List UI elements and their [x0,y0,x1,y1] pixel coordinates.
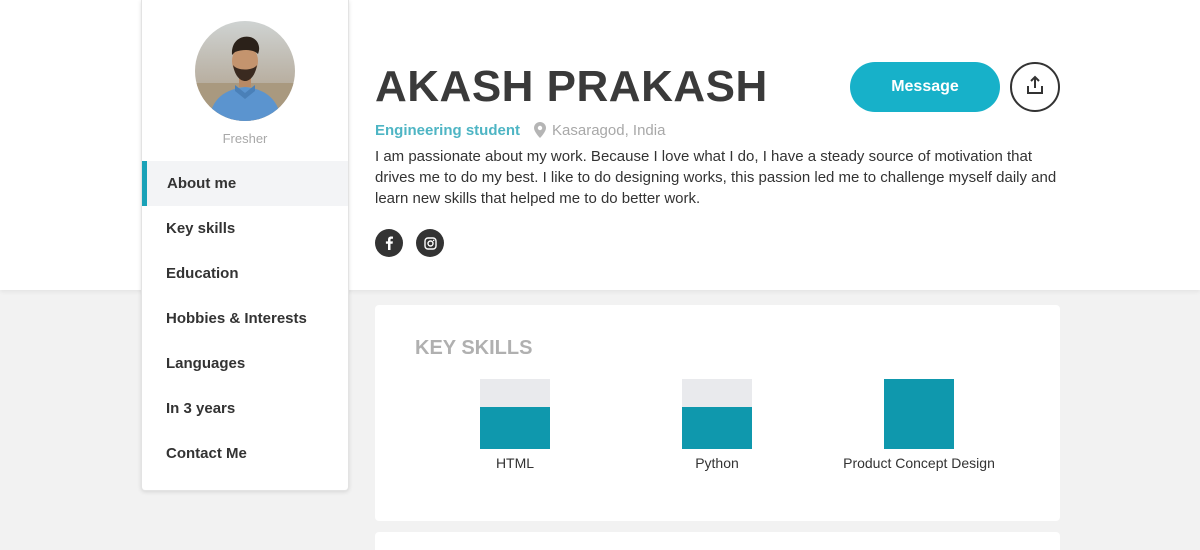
facebook-icon[interactable] [375,229,403,257]
avatar [195,21,295,121]
sidebar-item-in-3-years[interactable]: In 3 years [142,386,348,431]
profile-name: AKASH PRAKASH [375,62,768,111]
role-label: Fresher [222,131,268,146]
instagram-icon[interactable] [416,229,444,257]
skill-level-fill [480,407,550,449]
skill-item: Product Concept Design [819,379,1019,471]
sidebar-item-education[interactable]: Education [142,251,348,296]
sidebar-item-contact-me[interactable]: Contact Me [142,431,348,476]
skill-level-bar [682,379,752,449]
sidebar-item-about-me[interactable]: About me [142,161,348,206]
location-pin-icon [534,122,547,138]
skill-label: Product Concept Design [843,455,995,471]
sidebar-item-key-skills[interactable]: Key skills [142,206,348,251]
profile-subtitle: Engineering student Kasaragod, India [375,120,665,140]
sidebar: Fresher About me Key skills Education Hobbi… [141,0,349,491]
sidebar-item-hobbies-interests[interactable]: Hobbies & Interests [142,296,348,341]
occupation: Engineering student [375,121,521,139]
key-skills-heading: KEY SKILLS [415,337,533,359]
message-button[interactable]: Message [850,62,1000,112]
skill-item: HTML [415,379,615,471]
social-links [375,229,457,257]
location: Kasaragod, India [552,121,666,139]
skill-level-bar [884,379,954,449]
share-icon [1025,75,1045,100]
share-button[interactable] [1010,62,1060,112]
skill-label: Python [695,455,739,471]
skill-level-fill [884,379,954,449]
next-card [375,532,1060,550]
sidebar-nav: About me Key skills Education Hobbies & Int… [142,161,348,476]
skill-level-bar [480,379,550,449]
skill-level-fill [682,407,752,449]
skill-label: HTML [495,455,535,471]
sidebar-item-languages[interactable]: Languages [142,341,348,386]
profile-bio: I am passionate about my work. Because I… [375,148,1057,207]
key-skills-card: KEY SKILLS HTML Python Product Concept Des… [375,305,1060,521]
skill-item: Python [617,379,817,471]
